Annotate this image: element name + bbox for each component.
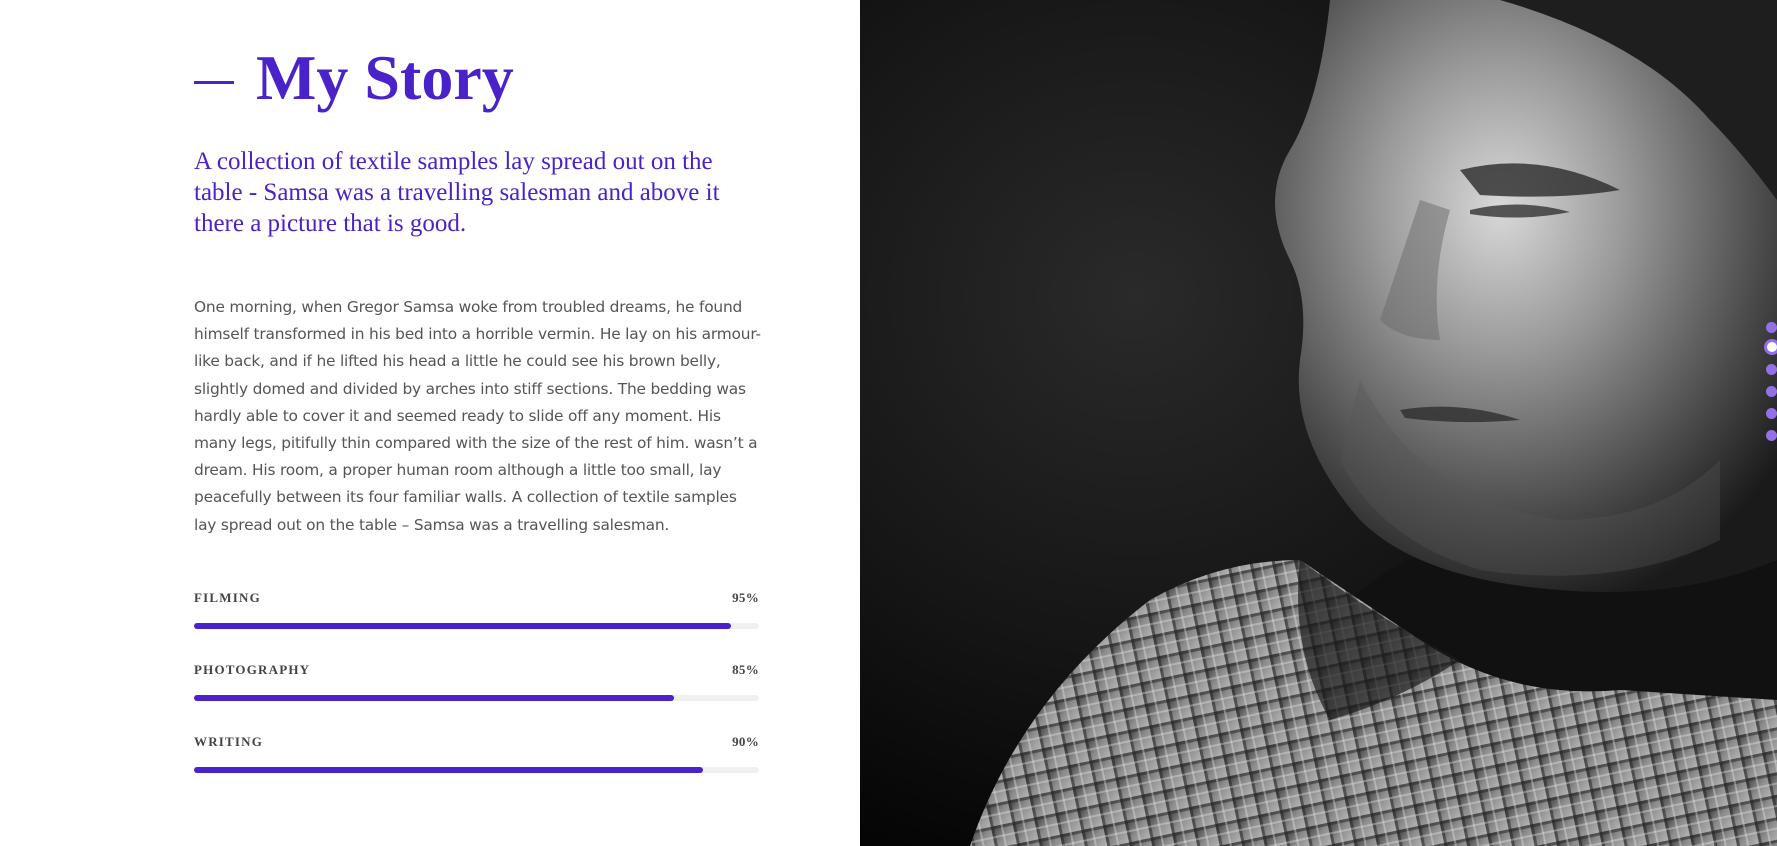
story-heading: My Story [194, 38, 514, 118]
section-nav-dot[interactable] [1766, 322, 1777, 333]
skill-percent: 95% [732, 590, 759, 605]
story-lead: A collection of textile samples lay spre… [194, 148, 720, 237]
section-nav-dot[interactable] [1766, 364, 1777, 375]
progress-track [194, 695, 759, 701]
skill-label: PHOTOGRAPHY [194, 662, 311, 677]
section-nav-dot[interactable] [1766, 430, 1777, 441]
section-nav-dots [1764, 322, 1777, 446]
portrait-photo [860, 0, 1777, 846]
section-nav-dot-active[interactable] [1764, 339, 1777, 355]
page-title: My Story [256, 42, 514, 113]
horizontal-dash-icon [194, 80, 234, 84]
progress-fill [194, 623, 731, 629]
progress-fill [194, 767, 703, 773]
story-panel: My Story A collection of textile samples… [0, 0, 860, 846]
skill-percent: 85% [732, 662, 759, 677]
progress-track [194, 623, 759, 629]
section-nav-dot[interactable] [1766, 408, 1777, 419]
skill-percent: 90% [732, 734, 759, 749]
skill-filming: FILMING 95% [194, 590, 759, 662]
skills-list: FILMING 95% PHOTOGRAPHY 85% WRITING 90% [194, 590, 759, 806]
skill-label: FILMING [194, 590, 261, 605]
skill-label: WRITING [194, 734, 264, 749]
story-body: One morning, when Gregor Samsa woke from… [194, 298, 761, 534]
progress-track [194, 767, 759, 773]
section-nav-dot[interactable] [1766, 386, 1777, 397]
progress-fill [194, 695, 675, 701]
skill-writing: WRITING 90% [194, 734, 759, 806]
skill-photography: PHOTOGRAPHY 85% [194, 662, 759, 734]
